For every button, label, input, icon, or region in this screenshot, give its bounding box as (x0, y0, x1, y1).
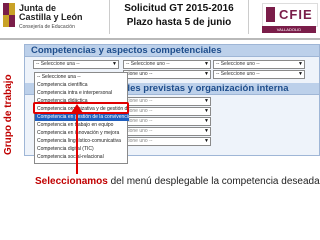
cfie-logo-subtext: VALLADOLID (262, 26, 316, 33)
dropdown-option[interactable]: Competencia intra e interpersonal (35, 89, 129, 97)
section-title-competencias: Competencias y aspectos competenciales (31, 45, 222, 56)
aspecto-select[interactable]: -- Seleccione uno -- ▼ (123, 60, 211, 69)
org-name-line2: Castilla y León (19, 12, 83, 22)
select-value: -- Seleccione uno -- (216, 71, 260, 77)
chevron-down-icon: ▼ (204, 138, 209, 144)
select-value: cione uno -- (126, 138, 153, 144)
chevron-down-icon: ▼ (112, 61, 117, 67)
dropdown-option[interactable]: -- Seleccione una -- (35, 73, 129, 81)
select-value: cione uno -- (126, 71, 153, 77)
dropdown-option[interactable]: Competencia en trabajo en equipo (35, 121, 129, 129)
aspecto-select[interactable]: cione uno -- ▼ (123, 137, 211, 146)
dropdown-option[interactable]: Competencia científica (35, 81, 129, 89)
page-subtitle: Plazo hasta 5 de junio (126, 17, 232, 28)
aspecto-select[interactable]: cione uno -- ▼ (123, 97, 211, 106)
aspecto-select[interactable]: cione uno -- ▼ (123, 127, 211, 136)
aspecto-select[interactable]: -- Seleccione uno -- ▼ (213, 60, 305, 69)
dropdown-option[interactable]: Competencia digital (TIC) (35, 145, 129, 153)
dropdown-option[interactable]: Competencia social-relacional (35, 153, 129, 161)
aspecto-select[interactable]: cione uno -- ▼ (123, 70, 211, 79)
select-value: cione uno -- (126, 98, 153, 104)
cfie-logo-text: CFIE (279, 7, 313, 22)
header-divider (0, 38, 320, 40)
cfie-logo: CFIE VALLADOLID (262, 3, 318, 33)
select-value: cione uno -- (126, 108, 153, 114)
aspecto-select[interactable]: cione uno -- ▼ (123, 107, 211, 116)
annotation-arrow (76, 112, 78, 174)
chevron-down-icon: ▼ (204, 71, 209, 77)
side-label: Grupo de trabajo (3, 74, 14, 155)
aspecto-select[interactable]: cione uno -- ▼ (123, 117, 211, 126)
instruction-caption: Seleccionamos del menú desplegable la co… (35, 176, 320, 187)
chevron-down-icon: ▼ (298, 61, 303, 67)
cfie-mark-icon (266, 7, 275, 22)
section-title-actividades: ades previstas y organización interna (119, 83, 289, 94)
dropdown-option[interactable]: Competencia en innovación y mejora (35, 129, 129, 137)
chevron-down-icon: ▼ (298, 71, 303, 77)
title-box: Solicitud GT 2015-2016 Plazo hasta 5 de … (109, 0, 249, 34)
select-value: cione uno -- (126, 118, 153, 124)
org-department: Consejería de Educación (19, 24, 75, 30)
select-value: -- Seleccione una -- (36, 61, 80, 67)
competencia-select[interactable]: -- Seleccione una -- ▼ (33, 60, 119, 69)
dropdown-option[interactable]: Competencia lingüístico-comunicativa (35, 137, 129, 145)
chevron-down-icon: ▼ (204, 128, 209, 134)
dropdown-option-selected[interactable]: Competencia en gestión de la convivencia (35, 113, 129, 121)
caption-emphasis: Seleccionamos (35, 176, 108, 187)
chevron-down-icon: ▼ (204, 108, 209, 114)
caption-text: del menú desplegable la competencia dese… (107, 176, 320, 187)
competencia-dropdown-list[interactable]: -- Seleccione una -- Competencia científ… (34, 72, 129, 164)
aspecto-select[interactable]: -- Seleccione uno -- ▼ (213, 70, 305, 79)
coat-of-arms-icon (3, 3, 15, 27)
page-title: Solicitud GT 2015-2016 (124, 3, 234, 14)
select-value: -- Seleccione uno -- (126, 61, 170, 67)
select-value: -- Seleccione uno -- (216, 61, 260, 67)
chevron-down-icon: ▼ (204, 118, 209, 124)
jcyl-logo: Junta de Castilla y León Consejería de E… (3, 3, 103, 33)
side-label-area: Grupo de trabajo (0, 40, 19, 240)
header: Junta de Castilla y León Consejería de E… (0, 0, 320, 36)
chevron-down-icon: ▼ (204, 61, 209, 67)
chevron-down-icon: ▼ (204, 98, 209, 104)
select-value: cione uno -- (126, 128, 153, 134)
section-header: Competencias y aspectos competenciales (25, 45, 319, 57)
